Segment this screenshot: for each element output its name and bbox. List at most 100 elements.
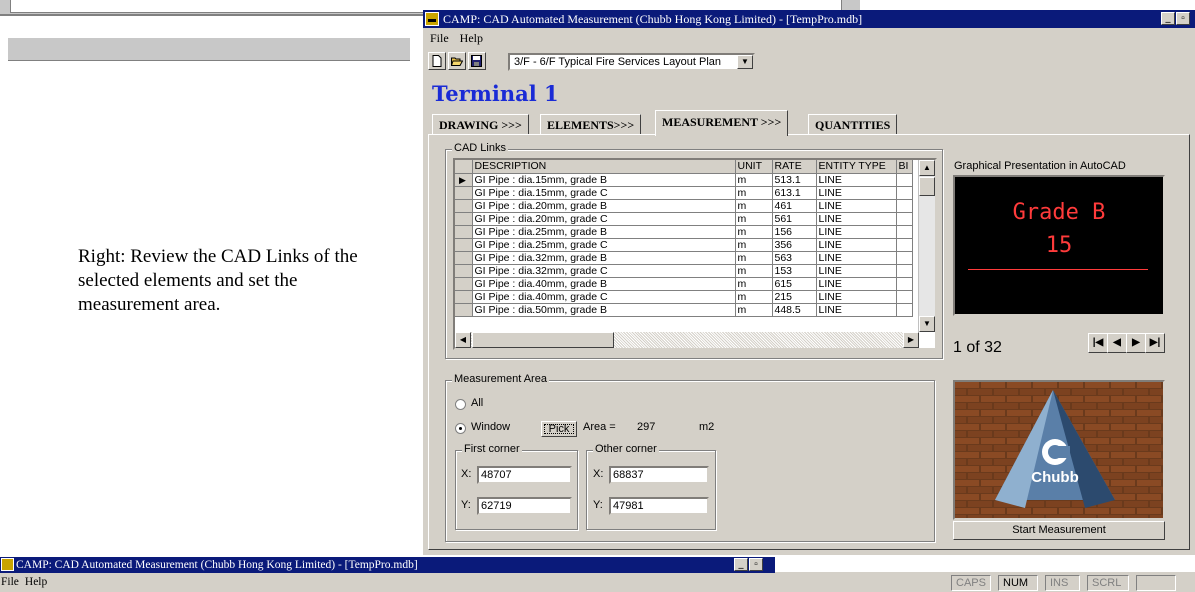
row-selector[interactable]	[455, 264, 473, 278]
grid-vertical-scrollbar[interactable]: ▲ ▼	[918, 160, 935, 332]
cell-unit[interactable]: m	[735, 199, 773, 213]
cell-entity-type[interactable]: LINE	[816, 251, 897, 265]
table-row[interactable]: GI Pipe : dia.50mm, grade Bm 448.5 LINE	[455, 303, 913, 317]
row-selector[interactable]	[455, 199, 473, 213]
first-corner-x-input[interactable]: 48707	[477, 466, 572, 484]
cell-entity-type[interactable]: LINE	[816, 238, 897, 252]
cell-rate[interactable]: 356	[772, 238, 817, 252]
table-row[interactable]: GI Pipe : dia.20mm, grade Bm 461 LINE	[455, 199, 913, 213]
table-row[interactable]: GI Pipe : dia.32mm, grade Cm 153 LINE	[455, 264, 913, 278]
tab-quantities[interactable]: QUANTITIES	[808, 114, 898, 135]
cell-rate[interactable]: 153	[772, 264, 817, 278]
cell-rate[interactable]: 563	[772, 251, 817, 265]
cell-unit[interactable]: m	[735, 251, 773, 265]
next-record-button[interactable]: ▶	[1126, 333, 1146, 353]
dropdown-arrow-icon[interactable]: ▼	[737, 55, 753, 69]
cell-unit[interactable]: m	[735, 238, 773, 252]
other-corner-x-input[interactable]: 68837	[609, 466, 709, 484]
row-selector[interactable]	[455, 290, 473, 304]
table-row[interactable]: ▶ GI Pipe : dia.15mm, grade Bm 513.1 LINE	[455, 173, 913, 187]
row-selector[interactable]	[455, 303, 473, 317]
tab-elements[interactable]: ELEMENTS>>>	[540, 114, 642, 135]
cell-description[interactable]: GI Pipe : dia.40mm, grade C	[472, 290, 736, 304]
cell-description[interactable]: GI Pipe : dia.25mm, grade B	[472, 225, 736, 239]
cell-bi[interactable]	[896, 251, 913, 265]
column-header-description[interactable]: DESCRIPTION	[472, 160, 736, 174]
cell-description[interactable]: GI Pipe : dia.32mm, grade B	[472, 251, 736, 265]
secondary-menu-file[interactable]: File	[1, 576, 19, 588]
pick-button[interactable]: Pick	[541, 421, 577, 437]
cell-description[interactable]: GI Pipe : dia.40mm, grade B	[472, 277, 736, 291]
cell-rate[interactable]: 513.1	[772, 173, 817, 187]
cell-entity-type[interactable]: LINE	[816, 303, 897, 317]
cell-unit[interactable]: m	[735, 225, 773, 239]
row-selector[interactable]	[455, 225, 473, 239]
cell-rate[interactable]: 561	[772, 212, 817, 226]
radio-all[interactable]	[455, 399, 466, 410]
cell-bi[interactable]	[896, 225, 913, 239]
scroll-down-icon[interactable]: ▼	[919, 316, 935, 332]
secondary-menu-help[interactable]: Help	[25, 576, 47, 588]
row-selector[interactable]	[455, 251, 473, 265]
cell-entity-type[interactable]: LINE	[816, 186, 897, 200]
cell-unit[interactable]: m	[735, 277, 773, 291]
cell-description[interactable]: GI Pipe : dia.20mm, grade B	[472, 199, 736, 213]
cell-bi[interactable]	[896, 173, 913, 187]
cell-bi[interactable]	[896, 303, 913, 317]
cell-bi[interactable]	[896, 264, 913, 278]
secondary-minimize-button[interactable]: _	[734, 558, 748, 571]
cell-unit[interactable]: m	[735, 264, 773, 278]
row-selector[interactable]	[455, 238, 473, 252]
table-row[interactable]: GI Pipe : dia.25mm, grade Cm 356 LINE	[455, 238, 913, 252]
new-button[interactable]	[428, 52, 446, 70]
row-selector[interactable]: ▶	[455, 173, 473, 187]
cell-bi[interactable]	[896, 290, 913, 304]
column-header-rate[interactable]: RATE	[772, 160, 817, 174]
first-record-button[interactable]: |◀	[1088, 333, 1108, 353]
cell-rate[interactable]: 448.5	[772, 303, 817, 317]
cell-entity-type[interactable]: LINE	[816, 264, 897, 278]
cell-description[interactable]: GI Pipe : dia.25mm, grade C	[472, 238, 736, 252]
table-row[interactable]: GI Pipe : dia.25mm, grade Bm 156 LINE	[455, 225, 913, 239]
cell-entity-type[interactable]: LINE	[816, 212, 897, 226]
table-row[interactable]: GI Pipe : dia.40mm, grade Cm 215 LINE	[455, 290, 913, 304]
cell-unit[interactable]: m	[735, 303, 773, 317]
other-corner-y-input[interactable]: 47981	[609, 497, 709, 515]
cell-unit[interactable]: m	[735, 186, 773, 200]
cell-entity-type[interactable]: LINE	[816, 290, 897, 304]
tab-measurement[interactable]: MEASUREMENT >>>	[655, 110, 789, 136]
row-selector[interactable]	[455, 212, 473, 226]
cell-rate[interactable]: 156	[772, 225, 817, 239]
menu-help[interactable]: Help	[460, 31, 483, 45]
scroll-up-icon[interactable]: ▲	[919, 160, 935, 176]
row-selector[interactable]	[455, 186, 473, 200]
drawing-select[interactable]: 3/F - 6/F Typical Fire Services Layout P…	[508, 53, 755, 71]
cell-unit[interactable]: m	[735, 212, 773, 226]
column-header-entity-type[interactable]: ENTITY TYPE	[816, 160, 897, 174]
cell-description[interactable]: GI Pipe : dia.15mm, grade C	[472, 186, 736, 200]
grid-horizontal-scrollbar[interactable]: ◀ ▶	[455, 332, 919, 348]
cell-bi[interactable]	[896, 186, 913, 200]
save-button[interactable]	[468, 52, 486, 70]
column-header-bi[interactable]: BI	[896, 160, 913, 174]
radio-window[interactable]	[455, 423, 466, 434]
row-selector[interactable]	[455, 277, 473, 291]
open-button[interactable]	[448, 52, 466, 70]
cell-unit[interactable]: m	[735, 290, 773, 304]
table-row[interactable]: GI Pipe : dia.15mm, grade Cm 613.1 LINE	[455, 186, 913, 200]
cell-bi[interactable]	[896, 199, 913, 213]
table-row[interactable]: GI Pipe : dia.20mm, grade Cm 561 LINE	[455, 212, 913, 226]
scroll-left-icon[interactable]: ◀	[455, 332, 471, 348]
cell-bi[interactable]	[896, 277, 913, 291]
secondary-restore-button[interactable]: ▫	[749, 558, 763, 571]
column-header-unit[interactable]: UNIT	[735, 160, 773, 174]
last-record-button[interactable]: ▶|	[1145, 333, 1165, 353]
scroll-thumb[interactable]	[919, 177, 935, 196]
tab-drawing[interactable]: DRAWING >>>	[432, 114, 529, 135]
table-row[interactable]: GI Pipe : dia.40mm, grade Bm 615 LINE	[455, 277, 913, 291]
cell-description[interactable]: GI Pipe : dia.50mm, grade B	[472, 303, 736, 317]
cell-entity-type[interactable]: LINE	[816, 199, 897, 213]
table-row[interactable]: GI Pipe : dia.32mm, grade Bm 563 LINE	[455, 251, 913, 265]
cad-links-grid[interactable]: DESCRIPTION UNIT RATE ENTITY TYPE BI ▶ GI…	[453, 158, 937, 350]
menu-file[interactable]: File	[430, 31, 449, 45]
